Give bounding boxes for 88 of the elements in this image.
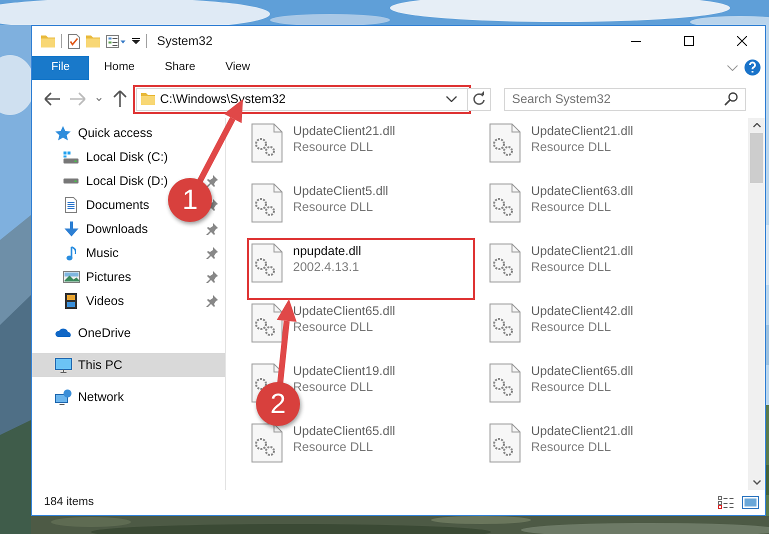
file-menu[interactable]: File — [32, 56, 89, 80]
ribbon-tab[interactable]: View — [210, 56, 266, 80]
file-name[interactable]: UpdateClient21.dll — [531, 123, 634, 139]
dll-file-icon[interactable] — [489, 303, 521, 343]
file-detail: Resource DLL — [531, 319, 612, 336]
sidebar-item[interactable]: Network — [32, 385, 225, 409]
file-name[interactable]: UpdateClient21.dll — [293, 123, 396, 139]
file-name[interactable]: UpdateClient42.dll — [531, 303, 634, 319]
dll-file-icon[interactable] — [489, 183, 521, 223]
file-name[interactable]: UpdateClient21.dll — [531, 423, 634, 439]
pin-icon[interactable] — [206, 175, 218, 187]
file-name[interactable]: UpdateClient65.dll — [293, 303, 396, 319]
file-detail: Resource DLL — [293, 319, 374, 336]
monitor-icon — [54, 358, 72, 372]
file-name[interactable]: UpdateClient5.dll — [293, 183, 388, 199]
file-detail: Resource DLL — [293, 199, 374, 216]
network-icon — [54, 389, 72, 405]
file-detail: Resource DLL — [531, 259, 612, 276]
ribbon-tab[interactable]: Share — [150, 56, 210, 80]
dll-file-icon[interactable] — [489, 123, 521, 163]
search-icon — [724, 92, 738, 106]
folder-icon[interactable] — [41, 34, 55, 48]
file-detail: Resource DLL — [293, 439, 374, 456]
dll-file-icon[interactable] — [251, 183, 283, 223]
refresh-icon — [471, 91, 487, 107]
dll-file-icon[interactable] — [251, 123, 283, 163]
drive-icon — [63, 178, 79, 184]
refresh-button[interactable] — [468, 88, 491, 110]
download-icon — [64, 221, 78, 237]
document-icon — [65, 197, 77, 213]
window-title: System32 — [157, 32, 213, 50]
tiles-view-icon[interactable] — [742, 496, 759, 509]
help-icon[interactable] — [744, 59, 761, 76]
star-icon — [55, 126, 71, 140]
file-name[interactable]: UpdateClient21.dll — [531, 243, 634, 259]
dll-file-icon[interactable] — [489, 363, 521, 403]
pin-icon[interactable] — [206, 295, 218, 307]
file-name[interactable]: UpdateClient65.dll — [531, 363, 634, 379]
caret-icon[interactable] — [446, 96, 457, 102]
sidebar-item[interactable]: Videos — [32, 289, 225, 313]
file-name[interactable]: UpdateClient63.dll — [531, 183, 634, 199]
ribbon-tab[interactable]: Home — [89, 56, 150, 80]
music-icon — [66, 246, 76, 260]
dll-file-icon[interactable] — [489, 423, 521, 463]
dropdown-icon[interactable] — [132, 38, 140, 44]
file-detail: Resource DLL — [531, 439, 612, 456]
sidebar-item[interactable]: Quick access — [32, 121, 225, 145]
film-icon — [65, 293, 77, 309]
sidebar-item[interactable]: Local Disk (C:) — [32, 145, 225, 169]
dll-file-icon[interactable] — [251, 303, 283, 343]
file-name: npupdate.dll — [293, 243, 362, 259]
scroll-up-icon[interactable] — [752, 123, 760, 128]
folder-icon — [141, 93, 155, 105]
address-path: C:\Windows\System32 — [160, 90, 287, 108]
chevron-icon[interactable] — [727, 65, 738, 71]
image-icon — [62, 271, 80, 283]
dll-file-icon[interactable] — [251, 423, 283, 463]
scroll-down-icon[interactable] — [752, 480, 760, 485]
close-icon — [736, 36, 746, 46]
file-detail: Resource DLL — [531, 139, 612, 156]
file-detail: Resource DLL — [531, 199, 612, 216]
file-name[interactable]: UpdateClient65.dll — [293, 423, 396, 439]
sidebar-item[interactable]: Music — [32, 241, 225, 265]
sidebar-item[interactable]: This PC — [32, 353, 225, 377]
sidebar-item[interactable]: Pictures — [32, 265, 225, 289]
dll-file-icon[interactable] — [489, 243, 521, 283]
pin-icon[interactable] — [206, 223, 218, 235]
file-item[interactable]: npupdate.dll 2002.4.13.1 — [247, 238, 475, 300]
pin-icon[interactable] — [206, 271, 218, 283]
details-view-icon[interactable] — [718, 496, 734, 509]
file-name[interactable]: UpdateClient19.dll — [293, 363, 396, 379]
sidebar-item[interactable]: OneDrive — [32, 321, 225, 345]
minimize-icon — [630, 40, 640, 42]
file-detail: Resource DLL — [293, 139, 374, 156]
scrollbar-thumb[interactable] — [750, 133, 763, 183]
checklist-icon[interactable] — [68, 34, 80, 48]
status-text: 184 items — [44, 494, 95, 510]
drive-icon — [63, 150, 79, 164]
file-detail: Resource DLL — [531, 379, 612, 396]
properties-icon[interactable] — [106, 34, 126, 48]
search-field[interactable]: Search System32 — [504, 88, 746, 110]
cloud-icon — [55, 328, 71, 338]
file-detail: Resource DLL — [293, 379, 374, 396]
dll-file-icon — [251, 243, 283, 283]
pin-icon[interactable] — [206, 247, 218, 259]
maximize-icon — [684, 36, 694, 46]
folder-icon[interactable] — [86, 34, 100, 48]
file-detail: 2002.4.13.1 — [293, 259, 360, 276]
